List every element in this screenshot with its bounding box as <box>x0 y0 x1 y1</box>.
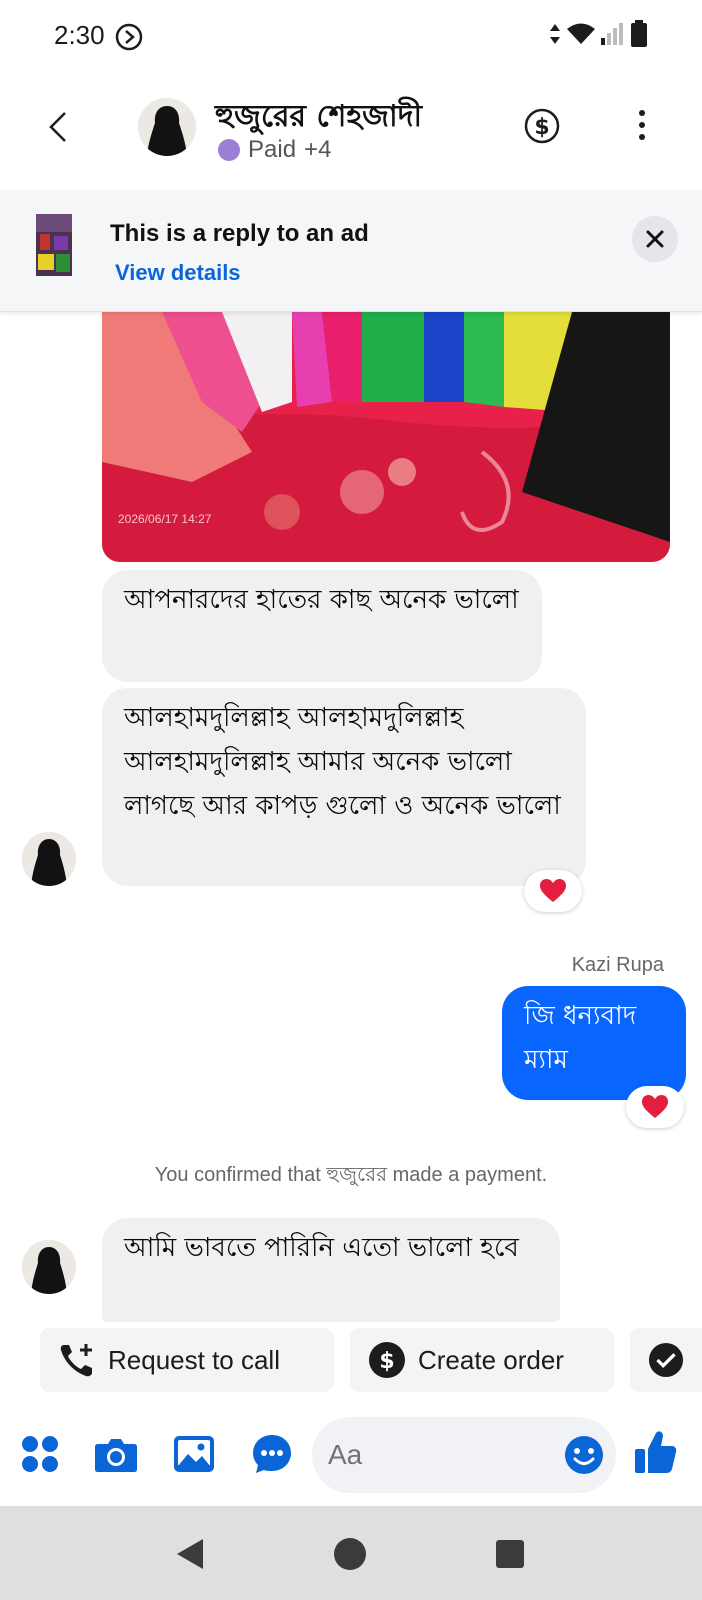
chat-header: হুজুরের শেহজাদী Paid +4 $ <box>0 72 702 190</box>
check-circle-icon <box>648 1342 684 1378</box>
image-icon <box>174 1436 214 1472</box>
do-not-disturb-icon <box>114 22 144 57</box>
close-ad-banner-button[interactable] <box>632 216 678 262</box>
more-quick-action-chip[interactable] <box>630 1328 702 1392</box>
view-details-link[interactable]: View details <box>115 260 241 286</box>
shared-photo[interactable]: 2026/06/17 14:27 <box>102 312 670 562</box>
create-order-label: Create order <box>418 1344 564 1375</box>
voice-clip-button[interactable] <box>250 1432 294 1476</box>
heart-icon <box>642 1095 668 1118</box>
camera-icon <box>95 1439 137 1472</box>
nav-back-button[interactable] <box>170 1534 210 1574</box>
paid-label: Paid <box>248 136 297 163</box>
heart-reaction[interactable] <box>524 870 582 912</box>
heart-reaction[interactable] <box>626 1086 684 1128</box>
ad-reply-banner: This is a reply to an ad View details <box>0 190 702 312</box>
create-order-chip[interactable]: $ Create order <box>350 1328 614 1392</box>
back-button[interactable] <box>38 102 78 152</box>
incoming-message[interactable]: আলহামদুলিল্লাহ আলহামদুলিল্লাহ আলহামদুলিল… <box>102 688 586 886</box>
close-icon <box>646 230 664 248</box>
smiley-icon <box>565 1436 603 1474</box>
like-button[interactable] <box>632 1426 680 1478</box>
contact-labels[interactable]: Paid +4 <box>218 136 331 164</box>
gallery-button[interactable] <box>172 1432 216 1476</box>
outgoing-message[interactable]: জি ধন্যবাদ ম্যাম <box>502 986 686 1100</box>
triangle-back-icon <box>177 1539 203 1569</box>
nav-home-button[interactable] <box>330 1534 370 1574</box>
incoming-message[interactable]: আপনারদের হাতের কাছ অনেক ভালো <box>102 570 542 682</box>
svg-text:$: $ <box>534 115 549 140</box>
status-time: 2:30 <box>54 20 105 50</box>
square-recents-icon <box>496 1540 524 1568</box>
signal-icon <box>600 22 626 51</box>
system-navigation-bar <box>0 1506 702 1600</box>
status-icons <box>548 20 648 53</box>
sender-avatar[interactable] <box>22 1240 76 1294</box>
request-to-call-label: Request to call <box>108 1344 280 1375</box>
wifi-icon <box>566 22 596 51</box>
payment-confirmation-notice: You confirmed that হুজুরের made a paymen… <box>154 1164 548 1186</box>
dollar-circle-icon: $ <box>524 108 560 144</box>
nav-recents-button[interactable] <box>490 1534 530 1574</box>
phone-plus-icon <box>60 1344 92 1377</box>
ad-thumbnail[interactable] <box>36 214 72 276</box>
payment-button[interactable]: $ <box>522 106 562 146</box>
chat-bubble-dots-icon <box>253 1435 291 1473</box>
incoming-message[interactable]: আমি ভাবতে পারিনি এতো ভালো হবে <box>102 1218 560 1322</box>
emoji-button[interactable] <box>562 1433 606 1477</box>
sender-avatar[interactable] <box>22 832 76 886</box>
four-dots-icon <box>22 1436 58 1472</box>
heart-icon <box>540 879 566 902</box>
more-options-button[interactable] <box>624 102 660 148</box>
sender-name: Kazi Rupa <box>571 954 664 976</box>
contact-avatar[interactable] <box>138 98 196 156</box>
message-input-container <box>312 1417 616 1493</box>
message-composer <box>0 1412 702 1498</box>
message-input[interactable] <box>328 1435 538 1475</box>
extra-labels-count: +4 <box>304 136 332 163</box>
request-to-call-chip[interactable]: Request to call <box>40 1328 334 1392</box>
data-arrows-icon <box>548 21 562 52</box>
dollar-circle-icon: $ <box>369 1342 405 1378</box>
ad-reply-title: This is a reply to an ad <box>110 220 369 247</box>
svg-text:$: $ <box>379 1349 394 1374</box>
paid-label-dot-icon <box>218 139 240 161</box>
more-actions-button[interactable] <box>18 1432 62 1476</box>
status-bar: 2:30 <box>0 0 702 72</box>
thumbs-up-icon <box>635 1431 677 1473</box>
chevron-left-icon <box>49 112 66 142</box>
battery-icon <box>630 20 648 53</box>
quick-actions-row: Request to call $ Create order <box>0 1328 702 1394</box>
camera-button[interactable] <box>94 1432 138 1476</box>
photo-timestamp: 2026/06/17 14:27 <box>118 512 212 526</box>
circle-home-icon <box>334 1538 366 1570</box>
